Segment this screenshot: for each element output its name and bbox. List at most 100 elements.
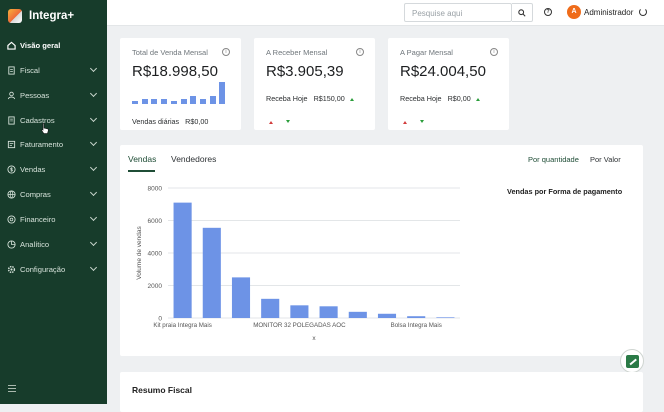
sidebar-item-label: Faturamento xyxy=(20,139,64,149)
chart-bar xyxy=(407,316,426,318)
brand[interactable]: Integra+ xyxy=(8,7,74,25)
mini-bar xyxy=(141,98,148,104)
card-a-pagar-mensal: A Pagar Mensal i R$24.004,50 Receba Hoje… xyxy=(388,38,509,130)
sidebar-item-label: Analítico xyxy=(20,239,50,249)
sidebar-item-label: Pessoas xyxy=(20,90,50,100)
info-icon[interactable]: i xyxy=(356,48,364,56)
y-tick-label: 2000 xyxy=(148,283,163,290)
sidebar-item-faturamento[interactable]: Faturamento xyxy=(0,134,107,154)
dollar-icon xyxy=(7,164,16,174)
sidebar-item-cadastros[interactable]: Cadastros xyxy=(0,110,107,130)
resumo-fiscal-title: Resumo Fiscal xyxy=(132,385,192,395)
sidebar-item-compras[interactable]: Compras xyxy=(0,184,107,204)
payment-method-title: Vendas por Forma de pagamento xyxy=(507,187,623,196)
chart-bar xyxy=(377,313,397,318)
search-button[interactable] xyxy=(512,3,533,22)
sidebar-item-label: Configuração xyxy=(20,264,66,274)
sales-bar-chart: 02000400060008000Kit praia Integra Mais M… xyxy=(136,186,460,342)
gear-icon xyxy=(7,265,16,274)
help-icon[interactable]: ? xyxy=(544,8,552,16)
sidebar-item-vendas[interactable]: Vendas xyxy=(0,159,107,179)
x-tick-label: Kit praia Integra Mais xyxy=(153,322,211,329)
sidebar-item-configuracao[interactable]: Configuração xyxy=(0,259,107,279)
document-icon xyxy=(7,115,16,125)
chart-bar xyxy=(348,311,367,318)
chart-bar xyxy=(436,317,455,318)
chevron-down-icon xyxy=(89,64,98,73)
home-icon xyxy=(7,41,16,50)
chevron-down-icon xyxy=(89,263,98,272)
sidebar-item-fiscal[interactable]: Fiscal xyxy=(0,60,107,80)
chevron-down-icon xyxy=(89,138,98,147)
analytics-icon xyxy=(7,239,16,249)
trend-up-icon xyxy=(349,97,354,101)
tab-vendas[interactable]: Vendas xyxy=(128,154,156,164)
sidebar-item-label: Financeiro xyxy=(20,214,56,224)
chevron-down-icon xyxy=(89,89,98,98)
sidebar-item-label: Cadastros xyxy=(20,115,55,125)
chevron-down-icon xyxy=(89,163,98,172)
card-title: A Pagar Mensal xyxy=(400,48,453,57)
card-sub: Receba Hoje R$150,00 xyxy=(266,94,354,103)
sidebar-item-pessoas[interactable]: Pessoas xyxy=(0,85,107,105)
chart-bar xyxy=(231,277,251,318)
card-value: R$24.004,50 xyxy=(400,63,486,80)
card-a-receber-mensal: A Receber Mensal i R$3.905,39 Receba Hoj… xyxy=(254,38,375,130)
card-sub-value: R$150,00 xyxy=(313,94,345,103)
y-axis-label: Volume de vendas xyxy=(136,226,143,280)
refresh-icon[interactable] xyxy=(639,8,647,16)
sidebar: Integra+ Visão geral Fiscal Pessoas Cada… xyxy=(0,0,107,404)
x-tick-label: Bolsa Integra Mais xyxy=(391,322,442,329)
mini-bar xyxy=(180,98,187,104)
sidebar-item-label: Compras xyxy=(20,189,51,199)
sidebar-item-analitico[interactable]: Analítico xyxy=(0,234,107,254)
chat-icon xyxy=(626,355,639,368)
arrow-up-icon xyxy=(269,121,273,124)
segment-por-valor[interactable]: Por Valor xyxy=(590,155,621,164)
people-icon xyxy=(7,91,16,100)
info-icon[interactable]: i xyxy=(490,48,498,56)
invoice-icon xyxy=(7,140,16,149)
sidebar-item-visao-geral[interactable]: Visão geral xyxy=(0,35,107,55)
chevron-down-icon xyxy=(89,238,98,247)
card-sub-label: Vendas diárias xyxy=(132,117,180,126)
y-tick-label: 4000 xyxy=(148,251,163,258)
card-value: R$18.998,50 xyxy=(132,63,218,80)
chart-bar xyxy=(319,306,338,318)
mini-bar xyxy=(209,95,216,104)
arrow-down-icon xyxy=(286,120,290,123)
collapse-sidebar-icon[interactable] xyxy=(8,385,16,392)
card-value: R$3.905,39 xyxy=(266,63,344,80)
chevron-down-icon xyxy=(89,213,98,222)
card-sub-label: Receba Hoje xyxy=(400,94,442,103)
y-tick-label: 6000 xyxy=(148,218,163,225)
mini-bar xyxy=(219,82,226,104)
chart-bar xyxy=(202,227,221,318)
tab-vendedores[interactable]: Vendedores xyxy=(171,154,216,164)
chart-bar xyxy=(173,202,192,318)
mouse-cursor-icon xyxy=(41,121,49,134)
sidebar-item-financeiro[interactable]: Financeiro xyxy=(0,209,107,229)
app-logo-icon xyxy=(8,9,22,23)
search-icon xyxy=(518,9,526,17)
card-sub: Vendas diárias R$0,00 xyxy=(132,117,208,126)
arrow-down-icon xyxy=(420,120,424,123)
search-input[interactable]: Pesquise aqui xyxy=(404,3,512,22)
sidebar-item-label: Vendas xyxy=(20,164,46,174)
avatar[interactable]: A xyxy=(567,5,581,19)
mini-bar xyxy=(190,95,197,104)
mini-bar xyxy=(161,98,168,104)
x-tick-label: MONITOR 32 POLEGADAS AOC xyxy=(253,322,346,329)
globe-icon xyxy=(7,189,16,199)
card-total-venda-mensal: Total de Venda Mensal i R$18.998,50 Vend… xyxy=(120,38,241,130)
user-name[interactable]: Administrador xyxy=(584,8,633,17)
sidebar-item-label: Fiscal xyxy=(20,65,40,75)
x-axis-label: x xyxy=(312,335,316,342)
segment-por-quantidade[interactable]: Por quantidade xyxy=(528,155,579,164)
arrow-up-icon xyxy=(403,121,407,124)
card-sub: Receba Hoje R$0,00 xyxy=(400,94,480,103)
card-sub-value: R$0,00 xyxy=(447,94,471,103)
sidebar-item-label: Visão geral xyxy=(20,40,61,50)
support-button[interactable] xyxy=(620,349,644,373)
info-icon[interactable]: i xyxy=(222,48,230,56)
